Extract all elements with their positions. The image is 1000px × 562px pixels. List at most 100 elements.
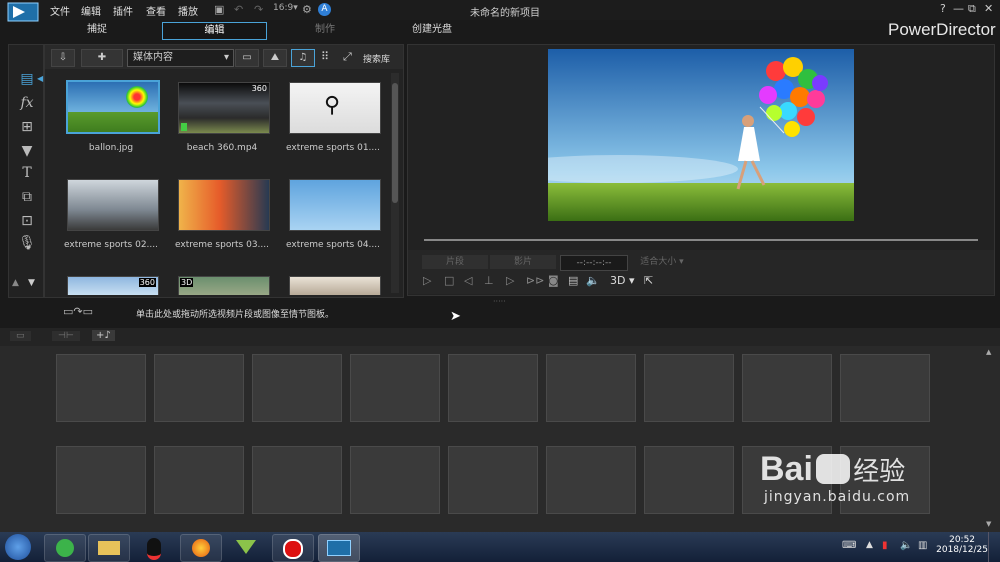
account-icon[interactable]: A	[318, 3, 331, 16]
3d-mode-button[interactable]: 3D ▾	[610, 274, 635, 287]
app-logo-icon[interactable]	[7, 2, 39, 32]
clip-mode-button[interactable]: 片段	[422, 255, 488, 269]
start-button[interactable]	[5, 534, 31, 560]
help-button[interactable]: ?	[940, 2, 946, 15]
storyboard-slot[interactable]	[742, 354, 832, 422]
timecode-display[interactable]: --:--:--:--	[560, 255, 628, 271]
media-room-icon[interactable]: ▤	[18, 71, 36, 87]
effects-icon[interactable]: fx	[18, 95, 36, 111]
settings-gear-icon[interactable]: ⚙	[302, 3, 312, 16]
expand-arrow-icon[interactable]: ◀	[37, 74, 43, 83]
tray-volume-icon[interactable]: 🔈	[900, 540, 912, 551]
menu-play[interactable]: 播放	[178, 3, 198, 18]
tab-capture[interactable]: 捕捉	[62, 22, 132, 38]
menu-edit[interactable]: 编辑	[81, 3, 101, 18]
tab-produce[interactable]: 制作	[290, 22, 360, 38]
save-icon[interactable]: ▣	[214, 3, 224, 16]
media-thumb-extreme02[interactable]	[67, 179, 159, 231]
voice-over-icon[interactable]: 🎙	[18, 235, 36, 251]
storyboard-scrollbar[interactable]: ▲ ▼	[986, 348, 994, 528]
storyboard-slot[interactable]	[252, 446, 342, 514]
media-thumb-beach360[interactable]: 360	[178, 82, 270, 134]
search-library-button[interactable]: 搜索库	[363, 52, 390, 65]
plugin-icon[interactable]: ✚	[81, 49, 123, 67]
previous-frame-icon[interactable]: ◁	[464, 274, 472, 287]
taskbar-powerdirector-icon[interactable]	[318, 534, 360, 562]
play-icon[interactable]: ▷	[423, 274, 431, 287]
trim-icon[interactable]: ⊣⊢	[52, 331, 80, 341]
redo-icon[interactable]: ↷	[254, 3, 263, 16]
show-desktop-button[interactable]	[988, 532, 1000, 562]
menu-file[interactable]: 文件	[50, 3, 70, 18]
movie-mode-button[interactable]: 影片	[490, 255, 556, 269]
minimize-button[interactable]: —	[953, 2, 964, 15]
taskbar-explorer-icon[interactable]	[88, 534, 130, 562]
fast-forward-icon[interactable]: ⊳⊳	[526, 274, 544, 287]
audio-filter-icon[interactable]: ♫	[291, 49, 315, 67]
media-thumb-partial-1[interactable]: 360	[67, 276, 159, 295]
storyboard-slot[interactable]	[448, 446, 538, 514]
menu-view[interactable]: 查看	[146, 3, 166, 18]
media-thumb-partial-3[interactable]	[289, 276, 381, 295]
timeline-view-icon[interactable]: ▭	[10, 331, 31, 341]
media-thumb-partial-2[interactable]: 3D	[178, 276, 270, 295]
volume-icon[interactable]: 🔈	[586, 274, 600, 287]
taskbar-360-icon[interactable]	[44, 534, 86, 562]
preview-seek-bar[interactable]	[424, 239, 978, 241]
aspect-ratio-icon[interactable]: 16:9▾	[273, 3, 298, 13]
taskbar-vplayer-icon[interactable]	[226, 534, 266, 560]
taskbar-clock[interactable]: 20:52 2018/12/25	[936, 535, 988, 555]
subtitle-icon[interactable]: ▤	[568, 274, 578, 287]
snapshot-icon[interactable]: ◙	[548, 274, 559, 287]
undock-icon[interactable]: ⇱	[644, 274, 653, 287]
storyboard-slot[interactable]	[350, 446, 440, 514]
tray-security-icon[interactable]: ▮	[882, 540, 888, 551]
storyboard-slot[interactable]	[448, 354, 538, 422]
storyboard-slot[interactable]	[252, 354, 342, 422]
tab-edit[interactable]: 编辑	[162, 22, 267, 40]
grid-view-icon[interactable]: ⠿	[321, 50, 329, 63]
undo-icon[interactable]: ↶	[234, 3, 243, 16]
scroll-up-icon[interactable]: ▲	[12, 278, 19, 288]
media-thumb-extreme04[interactable]	[289, 179, 381, 231]
split-icon[interactable]: ⊥	[484, 274, 494, 287]
taskbar-recorder-icon[interactable]	[272, 534, 314, 562]
storyboard-slot[interactable]	[644, 354, 734, 422]
restore-button[interactable]: ⧉	[968, 2, 976, 16]
audio-mixing-icon[interactable]: ⊡	[18, 213, 36, 229]
import-icon[interactable]: ⇩	[51, 49, 75, 67]
storyboard-slot[interactable]	[350, 354, 440, 422]
storyboard-view-icon[interactable]: ▭↷▭	[63, 305, 93, 318]
video-filter-icon[interactable]: ▭	[235, 49, 259, 67]
storyboard-slot[interactable]	[840, 354, 930, 422]
tray-network-icon[interactable]: ▥	[918, 540, 927, 551]
storyboard-slot[interactable]	[56, 354, 146, 422]
scroll-down-icon[interactable]: ▼	[986, 520, 991, 528]
scroll-up-icon[interactable]: ▲	[986, 348, 991, 356]
taskbar-qq-icon[interactable]	[134, 534, 174, 560]
library-scrollbar[interactable]	[391, 73, 399, 293]
splitter-handle[interactable]: ·····	[493, 297, 506, 306]
tray-expand-icon[interactable]: ▲	[866, 540, 873, 550]
taskbar-firefox-icon[interactable]	[180, 534, 222, 562]
stop-icon[interactable]: □	[444, 274, 454, 287]
resize-icon[interactable]: ⤢	[343, 50, 352, 64]
close-button[interactable]: ✕	[984, 2, 993, 15]
storyboard-slot[interactable]	[56, 446, 146, 514]
storyboard-slot[interactable]	[154, 446, 244, 514]
tray-keyboard-icon[interactable]: ⌨	[842, 540, 856, 551]
content-dropdown[interactable]: 媒体内容 ▾	[127, 49, 234, 67]
scroll-down-icon[interactable]: ▼	[28, 278, 35, 288]
next-frame-icon[interactable]: ▷	[506, 274, 514, 287]
media-thumb-ballon[interactable]	[66, 80, 160, 134]
tab-create-disc[interactable]: 创建光盘	[397, 22, 467, 38]
storyboard-slot[interactable]	[546, 354, 636, 422]
storyboard-slot[interactable]	[154, 354, 244, 422]
pip-icon[interactable]: ⊞	[18, 119, 36, 135]
media-thumb-extreme01[interactable]: ⚲	[289, 82, 381, 134]
library-scroll-thumb[interactable]	[392, 83, 398, 203]
title-icon[interactable]: T	[18, 165, 36, 181]
image-filter-icon[interactable]: ⛰	[263, 49, 287, 67]
particle-icon[interactable]: ▼	[18, 143, 36, 159]
storyboard-music-icon[interactable]: +♪	[92, 330, 115, 341]
